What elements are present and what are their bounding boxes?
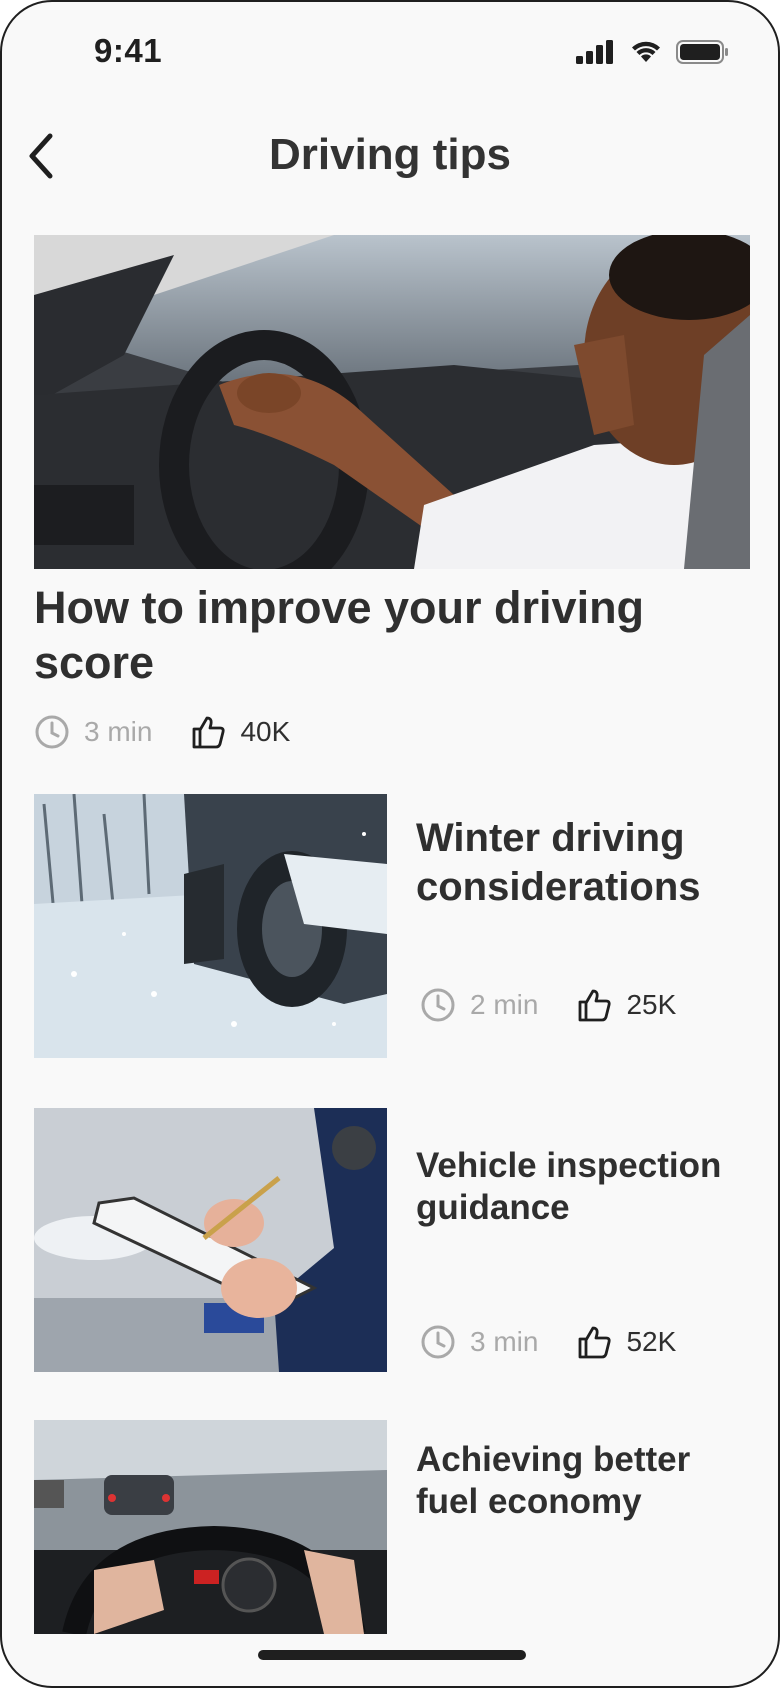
article-image-fuel[interactable] [34,1420,387,1634]
status-bar: 9:41 [2,2,778,102]
article-title-inspection[interactable]: Vehicle inspection guidance [416,1145,756,1229]
featured-article-image[interactable] [34,235,750,569]
article-image-inspection[interactable] [34,1108,387,1372]
wifi-icon [632,41,660,62]
featured-article-meta: 3 min 40K [34,714,290,750]
battery-icon [676,40,728,64]
thumbs-up-icon[interactable] [576,1324,612,1360]
article-duration: 3 min [470,1326,539,1357]
thumbs-up-icon[interactable] [190,714,226,750]
article-duration: 2 min [470,989,539,1020]
featured-likes: 40K [240,716,291,747]
clock-icon [35,715,69,749]
thumbs-up-icon[interactable] [576,987,612,1023]
home-indicator[interactable] [258,1650,526,1660]
phone-frame: 9:41 Driving tips How to improve your dr… [0,0,780,1688]
nav-header: Driving tips [2,112,778,202]
clock-icon [421,1325,455,1359]
cellular-signal-icon [576,40,613,64]
article-title-fuel[interactable]: Achieving better fuel economy [416,1439,756,1523]
featured-duration: 3 min [84,716,153,747]
article-image-winter[interactable] [34,794,387,1058]
article-meta-winter: 2 min 25K [420,987,676,1023]
featured-article-title[interactable]: How to improve your driving score [34,580,694,690]
article-likes: 52K [626,1326,677,1357]
status-icons [576,40,730,64]
clock-icon [421,988,455,1022]
article-meta-inspection: 3 min 52K [420,1324,676,1360]
page-title: Driving tips [268,130,512,179]
status-time: 9:41 [94,32,163,69]
article-likes: 25K [626,989,677,1020]
article-title-winter[interactable]: Winter driving considerations [416,814,756,912]
